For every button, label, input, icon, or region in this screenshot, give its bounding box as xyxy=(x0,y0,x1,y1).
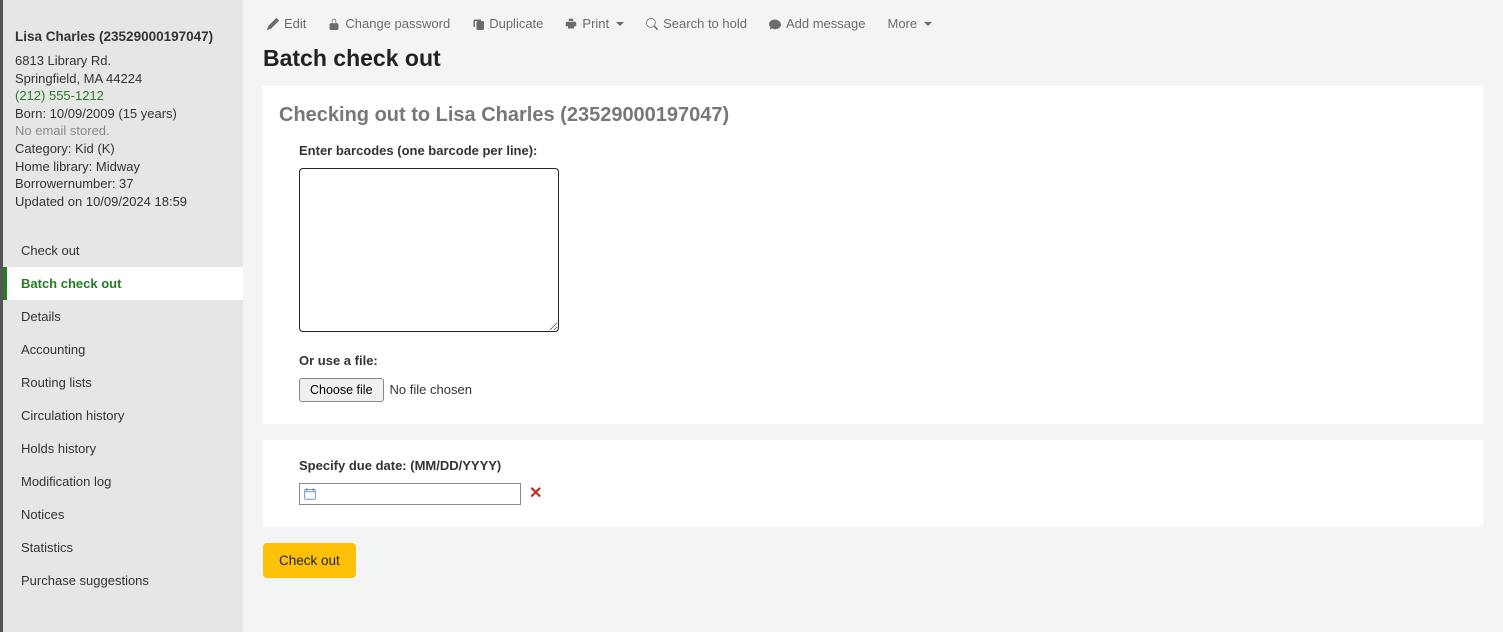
lock-icon xyxy=(328,18,340,30)
patron-info: Lisa Charles (23529000197047) 6813 Libra… xyxy=(3,28,243,226)
duplicate-button[interactable]: Duplicate xyxy=(472,16,543,31)
add-message-button[interactable]: Add message xyxy=(769,16,866,31)
sidebar-item-accounting[interactable]: Accounting xyxy=(3,333,243,366)
date-input-wrap[interactable] xyxy=(299,483,521,505)
add-message-label: Add message xyxy=(786,16,866,31)
patron-name: Lisa Charles (23529000197047) xyxy=(15,28,231,46)
file-status: No file chosen xyxy=(390,382,472,397)
patron-no-email: No email stored. xyxy=(15,122,231,140)
patron-updated: Updated on 10/09/2024 18:59 xyxy=(15,193,231,211)
change-password-button[interactable]: Change password xyxy=(328,16,450,31)
patron-phone[interactable]: (212) 555-1212 xyxy=(15,88,104,103)
edit-label: Edit xyxy=(284,16,306,31)
side-nav: Check outBatch check outDetailsAccountin… xyxy=(3,234,243,597)
search-icon xyxy=(646,18,658,30)
comment-icon xyxy=(769,18,781,30)
sidebar: Lisa Charles (23529000197047) 6813 Libra… xyxy=(0,0,243,632)
edit-button[interactable]: Edit xyxy=(267,16,306,31)
patron-category: Category: Kid (K) xyxy=(15,140,231,158)
sidebar-item-purchase-suggestions[interactable]: Purchase suggestions xyxy=(3,564,243,597)
print-icon xyxy=(565,18,577,30)
sidebar-item-details[interactable]: Details xyxy=(3,300,243,333)
choose-file-button[interactable]: Choose file xyxy=(299,378,384,402)
barcodes-textarea[interactable] xyxy=(299,168,559,332)
main-content: Edit Change password Duplicate Print Sea… xyxy=(243,0,1503,632)
file-label: Or use a file: xyxy=(299,353,1447,368)
sidebar-item-statistics[interactable]: Statistics xyxy=(3,531,243,564)
print-button[interactable]: Print xyxy=(565,16,624,31)
patron-address2: Springfield, MA 44224 xyxy=(15,70,231,88)
due-date-input[interactable] xyxy=(316,485,520,503)
caret-down-icon xyxy=(616,22,624,26)
more-button[interactable]: More xyxy=(887,16,932,31)
toolbar: Edit Change password Duplicate Print Sea… xyxy=(263,12,1483,45)
checkout-panel: Checking out to Lisa Charles (2352900019… xyxy=(263,86,1483,424)
patron-home-library: Home library: Midway xyxy=(15,158,231,176)
print-label: Print xyxy=(582,16,609,31)
calendar-icon xyxy=(304,488,316,500)
barcodes-label: Enter barcodes (one barcode per line): xyxy=(299,143,1447,158)
sidebar-item-holds-history[interactable]: Holds history xyxy=(3,432,243,465)
caret-down-icon xyxy=(924,22,932,26)
sidebar-item-check-out[interactable]: Check out xyxy=(3,234,243,267)
search-to-hold-label: Search to hold xyxy=(663,16,747,31)
sidebar-item-notices[interactable]: Notices xyxy=(3,498,243,531)
sidebar-item-circulation-history[interactable]: Circulation history xyxy=(3,399,243,432)
patron-borrowernumber: Borrowernumber: 37 xyxy=(15,175,231,193)
sidebar-item-modification-log[interactable]: Modification log xyxy=(3,465,243,498)
change-password-label: Change password xyxy=(345,16,450,31)
due-date-panel: Specify due date: (MM/DD/YYYY) ✕ xyxy=(263,440,1483,527)
clear-date-button[interactable]: ✕ xyxy=(529,486,542,502)
pencil-icon xyxy=(267,18,279,30)
more-label: More xyxy=(887,16,917,31)
due-date-label: Specify due date: (MM/DD/YYYY) xyxy=(299,458,1447,473)
duplicate-label: Duplicate xyxy=(489,16,543,31)
patron-address1: 6813 Library Rd. xyxy=(15,52,231,70)
section-title: Checking out to Lisa Charles (2352900019… xyxy=(279,104,1447,127)
checkout-button[interactable]: Check out xyxy=(263,543,356,578)
sidebar-item-routing-lists[interactable]: Routing lists xyxy=(3,366,243,399)
copy-icon xyxy=(472,18,484,30)
file-input-row: Choose file No file chosen xyxy=(299,378,1447,402)
patron-born: Born: 10/09/2009 (15 years) xyxy=(15,105,231,123)
page-title: Batch check out xyxy=(263,45,1483,72)
sidebar-item-batch-check-out[interactable]: Batch check out xyxy=(3,267,243,300)
search-to-hold-button[interactable]: Search to hold xyxy=(646,16,747,31)
